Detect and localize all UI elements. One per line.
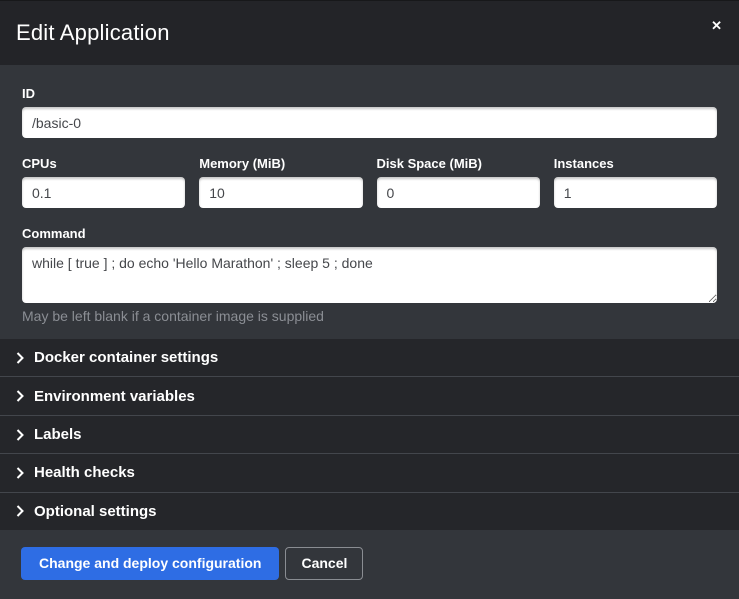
cpus-label: CPUs [22,156,185,171]
disk-space-input[interactable] [377,177,540,208]
modal-header: Edit Application ✕ [0,1,739,65]
section-label: Labels [34,426,82,443]
section-label: Docker container settings [34,349,218,366]
section-optional-settings[interactable]: Optional settings [0,492,739,530]
modal-title: Edit Application [16,20,170,46]
command-textarea[interactable]: while [ true ] ; do echo 'Hello Marathon… [22,247,717,303]
section-label: Optional settings [34,503,157,520]
section-docker-container-settings[interactable]: Docker container settings [0,339,739,376]
modal-body: ID CPUs Memory (MiB) Disk Space (MiB) In… [0,65,739,339]
instances-label: Instances [554,156,717,171]
section-labels[interactable]: Labels [0,415,739,453]
section-health-checks[interactable]: Health checks [0,453,739,491]
modal-footer: Change and deploy configuration Cancel [0,530,739,599]
collapsible-sections: Docker container settings Environment va… [0,339,739,530]
id-label: ID [22,86,717,101]
memory-label: Memory (MiB) [199,156,362,171]
chevron-right-icon [16,505,24,517]
id-field-group: ID [22,86,717,138]
section-label: Health checks [34,464,135,481]
disk-space-label: Disk Space (MiB) [377,156,540,171]
cpus-input[interactable] [22,177,185,208]
command-field-group: Command while [ true ] ; do echo 'Hello … [22,226,717,324]
command-help-text: May be left blank if a container image i… [22,308,717,324]
chevron-right-icon [16,390,24,402]
chevron-right-icon [16,429,24,441]
chevron-right-icon [16,467,24,479]
change-and-deploy-button[interactable]: Change and deploy configuration [21,547,279,580]
command-label: Command [22,226,717,241]
instances-input[interactable] [554,177,717,208]
disk-space-field-group: Disk Space (MiB) [377,156,540,208]
memory-input[interactable] [199,177,362,208]
edit-application-modal: Edit Application ✕ ID CPUs Memory (MiB) … [0,0,739,599]
cancel-button[interactable]: Cancel [285,547,363,580]
cpus-field-group: CPUs [22,156,185,208]
chevron-right-icon [16,352,24,364]
resources-row: CPUs Memory (MiB) Disk Space (MiB) Insta… [22,156,717,208]
close-icon[interactable]: ✕ [707,15,726,36]
instances-field-group: Instances [554,156,717,208]
section-label: Environment variables [34,388,195,405]
id-input[interactable] [22,107,717,138]
memory-field-group: Memory (MiB) [199,156,362,208]
section-environment-variables[interactable]: Environment variables [0,376,739,414]
